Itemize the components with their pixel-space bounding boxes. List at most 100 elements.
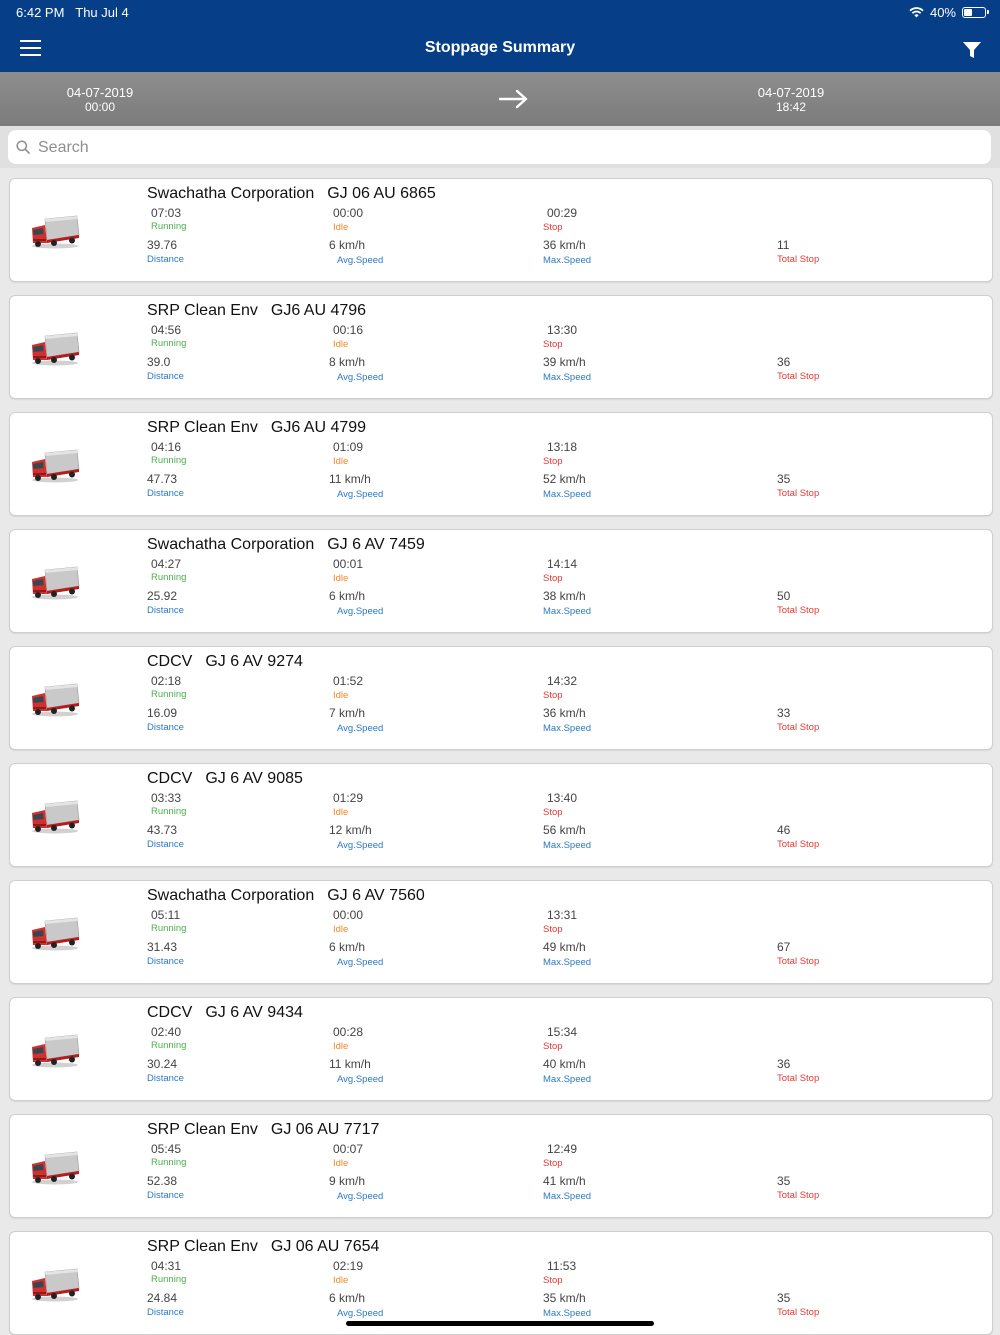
idle-time: 01:09 — [333, 440, 364, 454]
vehicle-plate: GJ 06 AU 7717 — [270, 1121, 380, 1138]
status-bar-time: 6:42 PM Thu Jul 4 — [16, 5, 129, 20]
avg-speed-label: Avg.Speed — [337, 1308, 384, 1319]
max-speed-label: Max.Speed — [543, 606, 592, 617]
running-label: Running — [151, 1274, 187, 1285]
running-label: Running — [151, 923, 187, 934]
vehicle-name: SRP Clean Env — [147, 1121, 258, 1138]
truck-icon — [30, 1034, 80, 1068]
avg-speed-value: 11 km/h — [329, 472, 371, 486]
truck-icon — [30, 449, 80, 483]
battery-icon — [962, 7, 989, 18]
battery-percent: 40% — [929, 5, 956, 20]
search-field[interactable] — [8, 130, 991, 164]
idle-time: 00:16 — [333, 323, 364, 337]
stop-time: 13:30 — [547, 323, 578, 337]
total-stop-value: 46 — [777, 823, 791, 837]
to-date-selector[interactable]: 04-07-2019 18:42 — [721, 85, 861, 115]
vehicle-plate: GJ 06 AU 6865 — [327, 185, 436, 202]
total-stop-value: 36 — [777, 355, 791, 369]
vehicle-card[interactable]: SRP Clean Env GJ6 AU 4799 04:16 Running 0… — [9, 412, 993, 516]
from-date: 04-07-2019 — [66, 85, 134, 100]
stop-label: Stop — [543, 573, 563, 584]
idle-time: 00:07 — [333, 1142, 364, 1156]
total-stop-label: Total Stop — [777, 605, 820, 616]
from-date-selector[interactable]: 04-07-2019 00:00 — [30, 85, 170, 115]
vehicle-card[interactable]: Swachatha Corporation GJ 06 AU 6865 07:03… — [9, 178, 993, 282]
distance-label: Distance — [147, 956, 184, 967]
truck-icon — [30, 1151, 80, 1185]
distance-label: Distance — [147, 254, 184, 265]
vehicle-card[interactable]: CDCV GJ 6 AV 9434 02:40 Running 00:28 Idl… — [9, 997, 993, 1101]
avg-speed-label: Avg.Speed — [337, 957, 384, 968]
distance-label: Distance — [147, 605, 184, 616]
distance-value: 24.84 — [147, 1291, 178, 1305]
total-stop-label: Total Stop — [777, 254, 820, 265]
status-bar-right: 40% — [909, 5, 989, 20]
vehicle-name: CDCV — [147, 1004, 193, 1021]
stop-time: 00:29 — [547, 206, 578, 220]
search-bar — [0, 126, 1000, 168]
idle-label: Idle — [333, 1041, 349, 1052]
stop-time: 13:18 — [547, 440, 578, 454]
max-speed-value: 35 km/h — [543, 1291, 586, 1305]
vehicle-card[interactable]: Swachatha Corporation GJ 6 AV 7459 04:27 … — [9, 529, 993, 633]
stop-label: Stop — [543, 1041, 563, 1052]
search-icon — [16, 140, 30, 154]
avg-speed-label: Avg.Speed — [337, 1191, 384, 1202]
running-label: Running — [151, 806, 187, 817]
truck-icon — [30, 917, 80, 951]
vehicle-name: SRP Clean Env — [147, 419, 258, 436]
search-input[interactable] — [36, 134, 940, 162]
stop-time: 13:40 — [547, 791, 578, 805]
vehicle-name: CDCV — [147, 653, 193, 670]
stop-label: Stop — [543, 1158, 563, 1169]
vehicle-title: Swachatha Corporation GJ 6 AV 7459 — [147, 536, 425, 554]
vehicle-card[interactable]: CDCV GJ 6 AV 9085 03:33 Running 01:29 Idl… — [9, 763, 993, 867]
filter-icon[interactable] — [962, 40, 982, 60]
idle-label: Idle — [333, 924, 349, 935]
max-speed-label: Max.Speed — [543, 1308, 592, 1319]
vehicle-card[interactable]: SRP Clean Env GJ 06 AU 7654 04:31 Running… — [9, 1231, 993, 1335]
max-speed-value: 56 km/h — [543, 823, 586, 837]
vehicle-card[interactable]: Swachatha Corporation GJ 6 AV 7560 05:11 … — [9, 880, 993, 984]
home-indicator — [346, 1321, 654, 1326]
max-speed-value: 49 km/h — [543, 940, 586, 954]
vehicle-card[interactable]: SRP Clean Env GJ6 AU 4796 04:56 Running 0… — [9, 295, 993, 399]
to-date: 04-07-2019 — [757, 85, 825, 100]
running-time: 03:33 — [151, 791, 182, 805]
max-speed-label: Max.Speed — [543, 840, 592, 851]
max-speed-label: Max.Speed — [543, 1191, 592, 1202]
running-label: Running — [151, 455, 187, 466]
max-speed-value: 52 km/h — [543, 472, 586, 486]
vehicle-name: Swachatha Corporation — [147, 887, 315, 904]
stop-label: Stop — [543, 1275, 563, 1286]
vehicle-title: SRP Clean Env GJ6 AU 4799 — [147, 419, 366, 437]
distance-value: 39.0 — [147, 355, 171, 369]
distance-value: 25.92 — [147, 589, 178, 603]
max-speed-label: Max.Speed — [543, 1074, 592, 1085]
date-text: Thu Jul 4 — [75, 5, 129, 20]
total-stop-label: Total Stop — [777, 956, 820, 967]
stop-time: 13:31 — [547, 908, 578, 922]
total-stop-label: Total Stop — [777, 839, 820, 850]
truck-icon — [30, 683, 80, 717]
vehicle-name: Swachatha Corporation — [147, 536, 315, 553]
running-time: 05:45 — [151, 1142, 182, 1156]
vehicle-card[interactable]: CDCV GJ 6 AV 9274 02:18 Running 01:52 Idl… — [9, 646, 993, 750]
avg-speed-value: 11 km/h — [329, 1057, 371, 1071]
vehicle-plate: GJ6 AU 4799 — [270, 419, 367, 436]
distance-label: Distance — [147, 1073, 184, 1084]
truck-icon — [30, 566, 80, 600]
truck-icon — [30, 800, 80, 834]
vehicle-card[interactable]: SRP Clean Env GJ 06 AU 7717 05:45 Running… — [9, 1114, 993, 1218]
avg-speed-value: 9 km/h — [329, 1174, 366, 1188]
stop-label: Stop — [543, 222, 563, 233]
running-time: 05:11 — [151, 908, 181, 922]
idle-label: Idle — [333, 573, 349, 584]
app-header: 6:42 PM Thu Jul 4 40% Stoppage Summary — [0, 0, 1000, 72]
vehicle-title: CDCV GJ 6 AV 9274 — [147, 653, 303, 671]
total-stop-value: 33 — [777, 706, 791, 720]
stop-time: 12:49 — [547, 1142, 578, 1156]
avg-speed-value: 6 km/h — [329, 940, 366, 954]
stop-label: Stop — [543, 339, 563, 350]
